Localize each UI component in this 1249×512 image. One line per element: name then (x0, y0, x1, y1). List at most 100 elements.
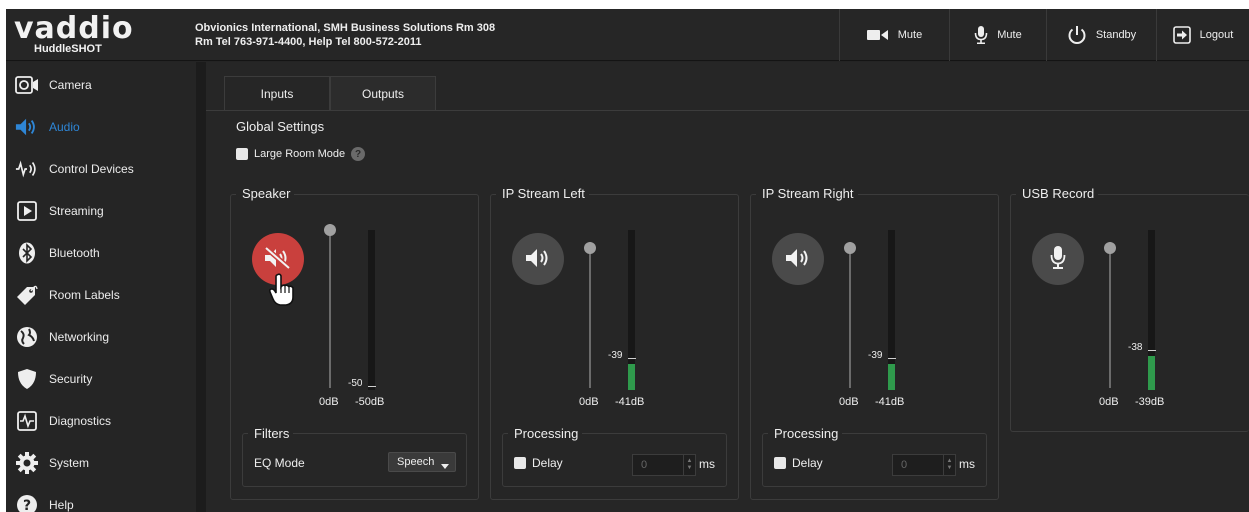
speaker-icon (15, 115, 39, 139)
sidebar-item-label: Diagnostics (49, 413, 112, 428)
eq-mode-label: EQ Mode (254, 456, 305, 470)
ip-stream-right-mute-button[interactable] (772, 233, 824, 285)
eq-mode-select[interactable]: Speech (388, 452, 456, 472)
ip-stream-right-slider-knob[interactable] (844, 242, 856, 254)
ip-stream-left-volume-slider[interactable] (589, 242, 591, 388)
header-bar: vaddio HuddleSHOT Obvionics Internationa… (6, 9, 1249, 61)
sidebar-item-streaming[interactable]: Streaming (6, 190, 196, 231)
sidebar-item-camera[interactable]: Camera (6, 64, 196, 105)
delay-value: 0 (901, 459, 908, 471)
delay-option: Delay (774, 456, 823, 470)
delay-value: 0 (641, 459, 648, 471)
logout-button[interactable]: Logout (1156, 9, 1249, 61)
ip-stream-left-mute-button[interactable] (512, 233, 564, 285)
ip-stream-left-title: IP Stream Left (496, 186, 589, 202)
meter-fill (628, 364, 635, 390)
sidebar-item-system[interactable]: System (6, 442, 196, 483)
large-room-checkbox[interactable] (236, 148, 248, 160)
global-settings-title: Global Settings (230, 119, 329, 135)
delay-input[interactable]: 0 ▲ ▼ (632, 454, 696, 476)
logo: vaddio HuddleSHOT (14, 14, 174, 58)
meter-db-label: -41dB (615, 396, 645, 408)
speaker-level-meter (368, 230, 375, 390)
usb-record-level-meter (1148, 230, 1155, 390)
filters-title: Filters (248, 426, 294, 442)
meter-marker-value: -39 (868, 350, 883, 361)
bluetooth-icon (15, 241, 39, 265)
sidebar-item-networking[interactable]: Networking (6, 316, 196, 357)
speaker-title: Speaker (236, 186, 295, 202)
meter-marker-value: -39 (608, 350, 623, 361)
delay-option: Delay (514, 456, 563, 470)
processing-title: Processing (508, 426, 583, 442)
meter-marker-value: -50 (348, 378, 363, 389)
speaker-icon (524, 247, 552, 272)
microphone-icon (974, 26, 988, 44)
tab-divider (206, 110, 1249, 111)
globe-icon (15, 325, 39, 349)
ip-stream-right-volume-slider[interactable] (849, 242, 851, 388)
stepper-arrows[interactable]: ▲ ▼ (943, 455, 955, 475)
speaker-icon (784, 247, 812, 272)
sidebar-nav: Camera Audio Control Devices Streaming B… (6, 62, 196, 512)
delay-checkbox[interactable] (514, 457, 526, 469)
meter-db-label: -50dB (355, 396, 385, 408)
tag-icon (15, 283, 39, 307)
tab-outputs[interactable]: Outputs (330, 76, 436, 111)
microphone-icon (1050, 245, 1066, 273)
svg-text:?: ? (23, 498, 31, 512)
audio-mute-label: Mute (997, 29, 1022, 41)
ip-stream-right-title: IP Stream Right (756, 186, 858, 202)
sidebar-item-bluetooth[interactable]: Bluetooth (6, 232, 196, 273)
stepper-arrows[interactable]: ▲ ▼ (683, 455, 695, 475)
meter-marker-tick (1148, 350, 1156, 351)
sidebar-item-audio[interactable]: Audio (6, 106, 196, 147)
usb-record-volume-slider[interactable] (1109, 242, 1111, 388)
ip-stream-left-level-meter (628, 230, 635, 390)
audio-mute-button[interactable]: Mute (949, 9, 1046, 61)
standby-label: Standby (1095, 29, 1137, 41)
sidebar-item-security[interactable]: Security (6, 358, 196, 399)
chevron-down-icon (441, 460, 449, 472)
ip-stream-right-level-meter (888, 230, 895, 390)
tab-label: Inputs (260, 87, 294, 101)
usb-record-mute-button[interactable] (1032, 233, 1084, 285)
delay-input[interactable]: 0 ▲ ▼ (892, 454, 956, 476)
meter-db-label: -39dB (1135, 396, 1165, 408)
usb-record-panel (1010, 194, 1249, 432)
sidebar-item-room-labels[interactable]: Room Labels (6, 274, 196, 315)
tab-inputs[interactable]: Inputs (224, 76, 330, 111)
slider-db-label: 0dB (579, 396, 599, 408)
ip-stream-left-slider-knob[interactable] (584, 242, 596, 254)
delay-label: Delay (532, 456, 563, 470)
usb-record-slider-knob[interactable] (1104, 242, 1116, 254)
sidebar-item-help[interactable]: ? Help (6, 484, 196, 512)
sidebar-item-control-devices[interactable]: Control Devices (6, 148, 196, 189)
meter-marker-value: -38 (1128, 342, 1143, 353)
sidebar-item-label: Networking (49, 329, 110, 344)
slider-db-label: 0dB (839, 396, 859, 408)
hand-cursor-icon (268, 273, 296, 310)
meter-marker-tick (628, 358, 636, 359)
slider-db-label: 0dB (319, 396, 339, 408)
pulse-icon (15, 409, 39, 433)
delay-checkbox[interactable] (774, 457, 786, 469)
logout-icon (1172, 26, 1191, 44)
tab-label: Outputs (361, 87, 405, 101)
sidebar-item-diagnostics[interactable]: Diagnostics (6, 400, 196, 441)
video-mute-button[interactable]: Mute (839, 9, 949, 61)
standby-button[interactable]: Standby (1046, 9, 1156, 61)
sidebar-item-label: Room Labels (49, 287, 120, 302)
meter-fill (888, 364, 895, 390)
delay-label: Delay (792, 456, 823, 470)
sidebar-item-label: Control Devices (49, 161, 134, 176)
help-icon[interactable]: ? (351, 147, 366, 161)
large-room-mode: Large Room Mode ? (236, 147, 366, 161)
sidebar-scrollbar[interactable] (196, 62, 206, 512)
speaker-muted-icon (263, 245, 293, 273)
meter-db-label: -41dB (875, 396, 905, 408)
speaker-slider-knob[interactable] (324, 224, 336, 236)
delay-unit: ms (699, 457, 715, 471)
speaker-volume-slider[interactable] (329, 224, 331, 388)
camera-icon (15, 73, 39, 97)
